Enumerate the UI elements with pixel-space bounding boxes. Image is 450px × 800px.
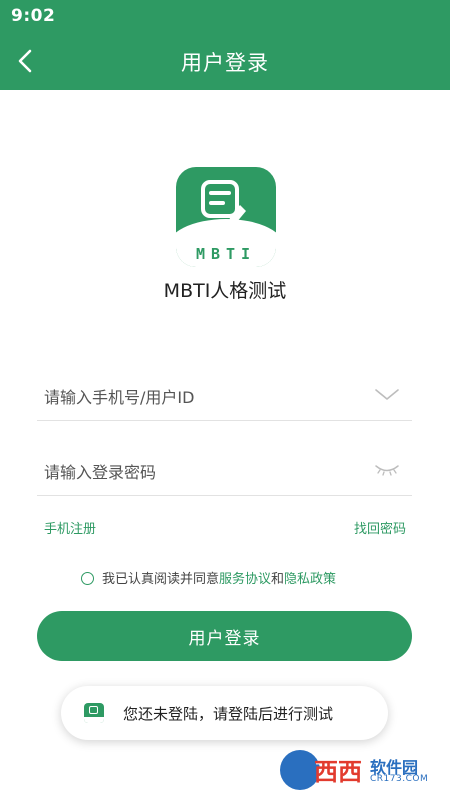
app-logo: MBTI (176, 167, 276, 267)
status-time: 9:02 (11, 6, 56, 26)
password-input[interactable] (42, 453, 366, 491)
logo-text: MBTI (195, 245, 257, 263)
eye-closed-icon[interactable] (374, 459, 400, 479)
privacy-policy-link[interactable]: 隐私政策 (284, 572, 336, 587)
watermark: 西西 软件园 CR173.COM (280, 746, 440, 794)
status-bar: 9:02 (0, 0, 450, 32)
nav-bar: 用户登录 (0, 32, 450, 90)
watermark-main: 西西 (314, 758, 362, 786)
account-field (37, 370, 412, 421)
chevron-down-icon[interactable] (374, 384, 400, 404)
toast: 您还未登陆，请登陆后进行测试 (61, 686, 388, 740)
watermark-url: CR173.COM (370, 774, 429, 784)
forgot-password-link[interactable]: 找回密码 (354, 518, 406, 537)
register-link[interactable]: 手机注册 (44, 518, 96, 537)
password-field (37, 445, 412, 496)
page-title: 用户登录 (181, 51, 269, 75)
login-button[interactable]: 用户登录 (37, 611, 412, 661)
service-agreement-link[interactable]: 服务协议 (219, 572, 271, 587)
app-name: MBTI人格测试 (163, 280, 287, 302)
agreement-prefix: 我已认真阅读并同意 (102, 572, 220, 587)
account-input[interactable] (42, 378, 366, 416)
agreement-and: 和 (271, 572, 285, 587)
agreement-row: 我已认真阅读并同意服务协议和隐私政策 (81, 568, 336, 588)
app-icon (84, 703, 104, 723)
agreement-radio[interactable] (81, 571, 94, 585)
toast-message: 您还未登陆，请登陆后进行测试 (123, 705, 334, 723)
